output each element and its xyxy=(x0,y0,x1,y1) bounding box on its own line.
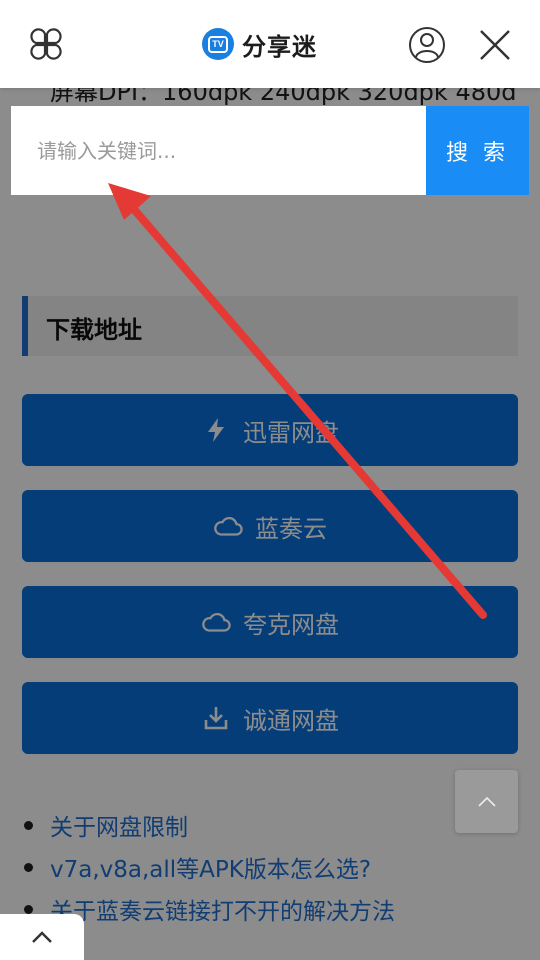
search-button[interactable]: 搜 索 xyxy=(426,106,529,195)
site-logo[interactable]: TV 分享迷 xyxy=(202,26,317,62)
user-icon[interactable] xyxy=(408,26,446,64)
site-name: 分享迷 xyxy=(242,32,317,61)
back-to-top-button[interactable] xyxy=(455,770,518,833)
search-bar: 搜 索 xyxy=(11,106,529,195)
menu-icon[interactable] xyxy=(26,24,66,64)
tv-logo-icon: TV xyxy=(202,28,234,60)
top-header: TV 分享迷 xyxy=(0,0,540,88)
chevron-up-icon xyxy=(32,931,52,943)
close-icon[interactable] xyxy=(478,28,512,62)
chevron-up-icon xyxy=(477,796,496,807)
search-input[interactable] xyxy=(11,106,426,195)
bottom-expand-tab[interactable] xyxy=(0,914,84,960)
